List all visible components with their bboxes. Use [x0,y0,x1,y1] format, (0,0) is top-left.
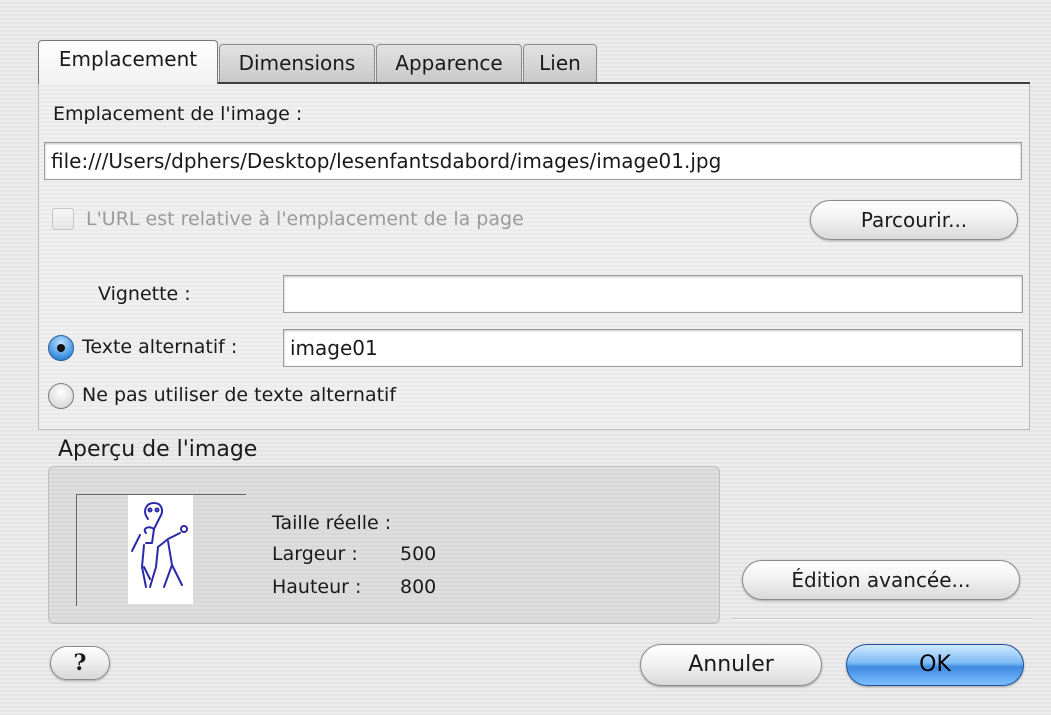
stick-figure-sketch [131,502,188,588]
cancel-button[interactable]: Annuler [640,644,822,686]
tooltip-field[interactable] [283,275,1023,313]
browse-button[interactable]: Parcourir... [810,200,1018,240]
no-alt-text-label: Ne pas utiliser de texte alternatif [82,384,397,406]
sketch-strokes [131,502,188,588]
alt-text-radio[interactable] [48,335,74,361]
tab-apparence[interactable]: Apparence [376,44,522,82]
image-url-field[interactable]: file:///Users/dphers/Desktop/lesenfantsd… [44,142,1022,180]
tab-panel [38,82,1030,430]
ok-button[interactable]: OK [846,644,1024,686]
height-value: 800 [400,576,437,598]
actual-size-label: Taille réelle : [272,512,392,534]
relative-url-label: L'URL est relative à l'emplacement de la… [86,208,524,230]
tab-dimensions[interactable]: Dimensions [219,44,375,82]
advanced-edit-button[interactable]: Édition avancée... [742,560,1020,600]
width-value: 500 [400,543,437,565]
image-location-label: Emplacement de l'image : [53,103,303,125]
height-label: Hauteur : [272,576,362,598]
tooltip-label: Vignette : [98,283,191,305]
width-label: Largeur : [272,543,358,565]
preview-thumbnail [128,495,193,604]
alt-text-label: Texte alternatif : [82,336,238,358]
relative-url-checkbox[interactable] [52,208,74,230]
footer-separator [732,618,1032,620]
alt-text-field[interactable]: image01 [283,329,1023,367]
tab-emplacement[interactable]: Emplacement [38,40,218,84]
help-button[interactable]: ? [50,646,110,680]
preview-heading: Aperçu de l'image [58,437,258,462]
no-alt-text-radio[interactable] [48,383,74,409]
tab-lien[interactable]: Lien [523,44,597,82]
